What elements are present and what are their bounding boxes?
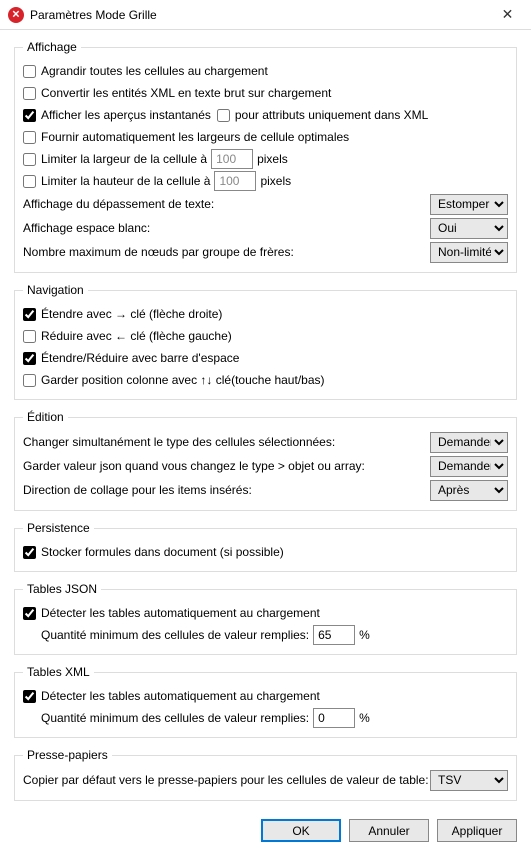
- legend-persistence: Persistence: [23, 521, 94, 535]
- ok-button[interactable]: OK: [261, 819, 341, 842]
- chk-space-toggle-label[interactable]: Étendre/Réduire avec barre d'espace: [23, 351, 239, 365]
- close-button[interactable]: ✕: [485, 1, 530, 29]
- label-json-min: Quantité minimum des cellules de valeur …: [41, 628, 309, 642]
- app-icon: [8, 7, 24, 23]
- legend-edition: Édition: [23, 410, 68, 424]
- label-json-pct: %: [359, 628, 370, 642]
- legend-navigation: Navigation: [23, 283, 88, 297]
- legend-affichage: Affichage: [23, 40, 81, 54]
- chk-json-detect[interactable]: [23, 607, 36, 620]
- group-tables-json: Tables JSON Détecter les tables automati…: [14, 582, 517, 655]
- label-overflow: Affichage du dépassement de texte:: [23, 197, 430, 211]
- chk-limit-height-label[interactable]: Limiter la hauteur de la cellule à: [23, 174, 210, 188]
- chk-convert-xml-label[interactable]: Convertir les entités XML en texte brut …: [23, 86, 331, 100]
- label-paste-dir: Direction de collage pour les items insé…: [23, 483, 430, 497]
- label-xml-pct: %: [359, 711, 370, 725]
- group-edition: Édition Changer simultanément le type de…: [14, 410, 517, 511]
- chk-store-formulas-text: Stocker formules dans document (si possi…: [41, 545, 284, 559]
- label-clipboard-copy: Copier par défaut vers le presse-papiers…: [23, 773, 430, 787]
- chk-convert-xml-text: Convertir les entités XML en texte brut …: [41, 86, 331, 100]
- chk-convert-xml[interactable]: [23, 87, 36, 100]
- chk-expand-right[interactable]: [23, 308, 36, 321]
- label-whitespace: Affichage espace blanc:: [23, 221, 430, 235]
- chk-attrs-only-text: pour attributs uniquement dans XML: [235, 108, 428, 122]
- label-pixels-h: pixels: [260, 174, 291, 188]
- label-keep-json: Garder valeur json quand vous changez le…: [23, 459, 430, 473]
- chk-expand-all-label[interactable]: Agrandir toutes les cellules au chargeme…: [23, 64, 268, 78]
- chk-keep-col-label[interactable]: Garder position colonne avec ↑↓ clé(touc…: [23, 373, 325, 387]
- chk-xml-detect[interactable]: [23, 690, 36, 703]
- chk-keep-col-text: Garder position colonne avec ↑↓ clé(touc…: [41, 373, 325, 387]
- chk-collapse-left-label[interactable]: Réduire avec ← clé (flèche gauche): [23, 329, 232, 343]
- label-pixels-w: pixels: [257, 152, 288, 166]
- chk-auto-width-label[interactable]: Fournir automatiquement les largeurs de …: [23, 130, 349, 144]
- input-limit-width[interactable]: [211, 149, 253, 169]
- select-change-type[interactable]: Demander: [430, 432, 508, 453]
- apply-button[interactable]: Appliquer: [437, 819, 517, 842]
- chk-limit-width-text: Limiter la largeur de la cellule à: [41, 152, 207, 166]
- chk-space-toggle-text: Étendre/Réduire avec barre d'espace: [41, 351, 239, 365]
- chk-expand-right-text: Étendre avec → clé (flèche droite): [41, 307, 222, 321]
- select-keep-json[interactable]: Demander: [430, 456, 508, 477]
- select-whitespace[interactable]: Oui: [430, 218, 508, 239]
- chk-limit-width-label[interactable]: Limiter la largeur de la cellule à: [23, 152, 207, 166]
- group-tables-xml: Tables XML Détecter les tables automatiq…: [14, 665, 517, 738]
- chk-xml-detect-text: Détecter les tables automatiquement au c…: [41, 689, 320, 703]
- chk-xml-detect-label[interactable]: Détecter les tables automatiquement au c…: [23, 689, 320, 703]
- group-navigation: Navigation Étendre avec → clé (flèche dr…: [14, 283, 517, 400]
- chk-expand-all[interactable]: [23, 65, 36, 78]
- group-affichage: Affichage Agrandir toutes les cellules a…: [14, 40, 517, 273]
- chk-expand-right-label[interactable]: Étendre avec → clé (flèche droite): [23, 307, 222, 321]
- legend-tables-json: Tables JSON: [23, 582, 101, 596]
- dialog-content: Affichage Agrandir toutes les cellules a…: [0, 30, 531, 801]
- chk-attrs-only-label[interactable]: pour attributs uniquement dans XML: [217, 108, 428, 122]
- window-title: Paramètres Mode Grille: [30, 8, 485, 22]
- dialog-buttons: OK Annuler Appliquer: [0, 811, 531, 854]
- chk-show-preview[interactable]: [23, 109, 36, 122]
- chk-limit-height[interactable]: [23, 175, 36, 188]
- cancel-button[interactable]: Annuler: [349, 819, 429, 842]
- chk-auto-width[interactable]: [23, 131, 36, 144]
- chk-show-preview-label[interactable]: Afficher les aperçus instantanés: [23, 108, 211, 122]
- chk-store-formulas-label[interactable]: Stocker formules dans document (si possi…: [23, 545, 284, 559]
- chk-collapse-left-text: Réduire avec ← clé (flèche gauche): [41, 329, 232, 343]
- legend-tables-xml: Tables XML: [23, 665, 94, 679]
- label-maxnodes: Nombre maximum de nœuds par groupe de fr…: [23, 245, 430, 259]
- chk-json-detect-label[interactable]: Détecter les tables automatiquement au c…: [23, 606, 320, 620]
- chk-json-detect-text: Détecter les tables automatiquement au c…: [41, 606, 320, 620]
- input-limit-height[interactable]: [214, 171, 256, 191]
- label-change-type: Changer simultanément le type des cellul…: [23, 435, 430, 449]
- group-persistence: Persistence Stocker formules dans docume…: [14, 521, 517, 572]
- legend-clipboard: Presse-papiers: [23, 748, 112, 762]
- select-maxnodes[interactable]: Non-limité: [430, 242, 508, 263]
- input-xml-min[interactable]: [313, 708, 355, 728]
- chk-store-formulas[interactable]: [23, 546, 36, 559]
- select-paste-dir[interactable]: Après: [430, 480, 508, 501]
- select-clipboard-format[interactable]: TSV: [430, 770, 508, 791]
- titlebar: Paramètres Mode Grille ✕: [0, 0, 531, 30]
- chk-space-toggle[interactable]: [23, 352, 36, 365]
- chk-auto-width-text: Fournir automatiquement les largeurs de …: [41, 130, 349, 144]
- label-xml-min: Quantité minimum des cellules de valeur …: [41, 711, 309, 725]
- chk-limit-height-text: Limiter la hauteur de la cellule à: [41, 174, 210, 188]
- chk-limit-width[interactable]: [23, 153, 36, 166]
- input-json-min[interactable]: [313, 625, 355, 645]
- chk-keep-col[interactable]: [23, 374, 36, 387]
- chk-attrs-only[interactable]: [217, 109, 230, 122]
- group-clipboard: Presse-papiers Copier par défaut vers le…: [14, 748, 517, 801]
- chk-expand-all-text: Agrandir toutes les cellules au chargeme…: [41, 64, 268, 78]
- chk-collapse-left[interactable]: [23, 330, 36, 343]
- chk-show-preview-text: Afficher les aperçus instantanés: [41, 108, 211, 122]
- select-overflow[interactable]: Estomper: [430, 194, 508, 215]
